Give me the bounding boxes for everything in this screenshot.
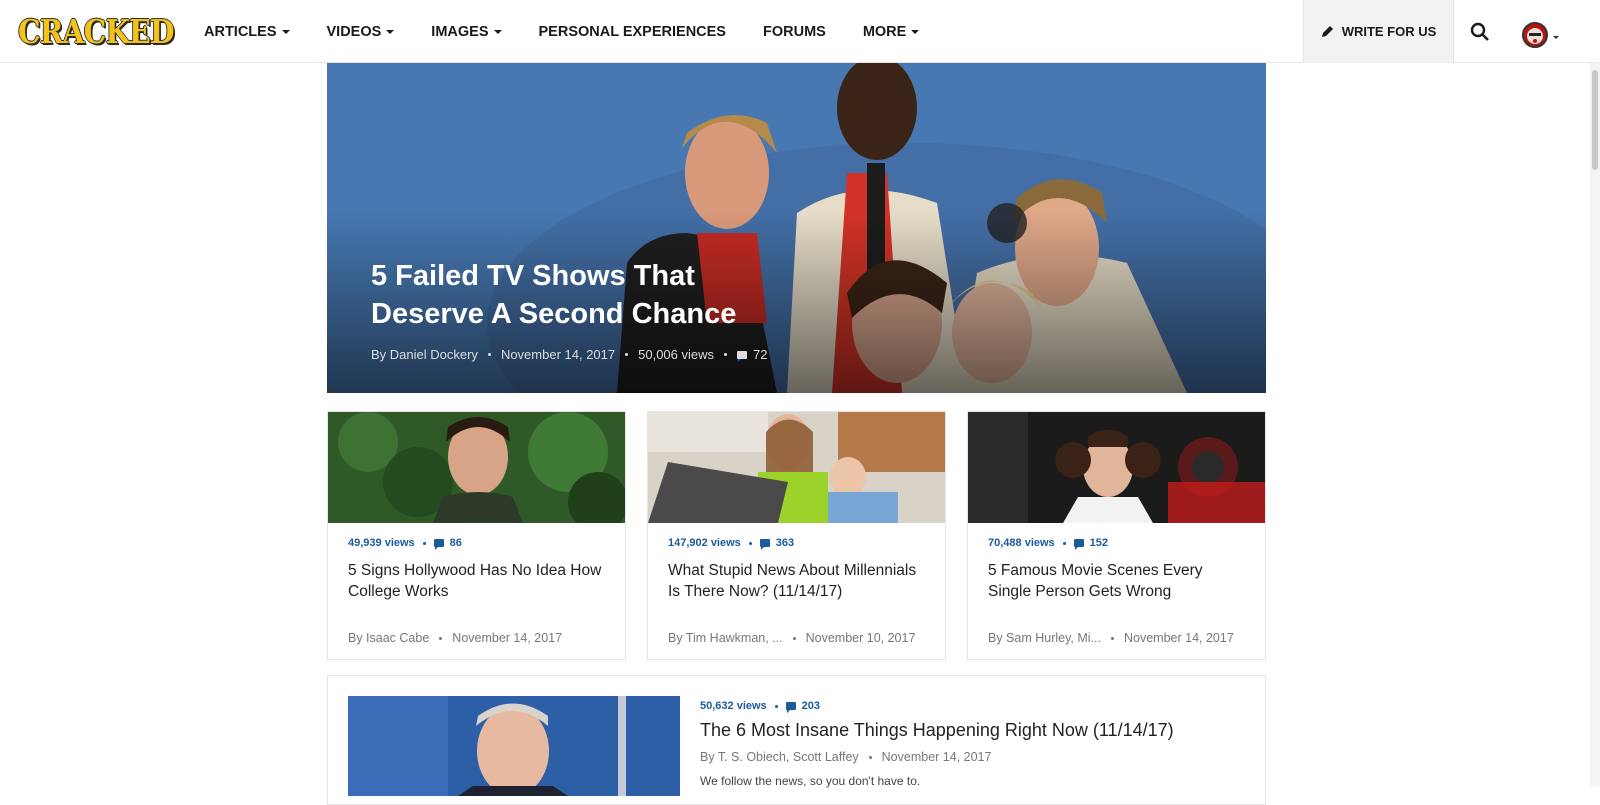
separator-dot [792,636,796,640]
card-stats: 147,902 views 363 [668,537,794,550]
comment-icon [433,539,444,550]
row-date: November 14, 2017 [881,750,992,764]
nav-articles[interactable]: ARTICLES [204,24,290,40]
nav-forums[interactable]: FORUMS [763,24,826,40]
nav-images[interactable]: IMAGES [431,23,502,40]
article-card[interactable]: 49,939 views 86 5 Signs Hollywood Has No… [327,411,626,660]
caret-down-icon [281,29,290,34]
card-thumbnail [968,412,1265,523]
comment-icon [1073,539,1084,550]
separator-dot [422,541,426,545]
card-title[interactable]: 5 Famous Movie Scenes Every Single Perso… [988,560,1248,602]
hero-author[interactable]: By Daniel Dockery [371,347,478,362]
card-title[interactable]: 5 Signs Hollywood Has No Idea How Colleg… [348,560,608,602]
card-views: 147,902 views [668,537,741,549]
article-card[interactable]: 147,902 views 363 What Stupid News About… [647,411,946,660]
card-stats: 70,488 views 152 [988,537,1108,550]
nav-articles-label: ARTICLES [204,23,277,40]
card-author[interactable]: By Isaac Cabe [348,631,429,645]
separator-dot [868,755,872,759]
hero-gradient-overlay [327,63,1266,393]
hero-views: 50,006 views [638,347,715,362]
write-for-us-button[interactable]: WRITE FOR US [1303,0,1454,63]
comment-icon [737,350,748,362]
hero-title[interactable]: 5 Failed TV Shows That Deserve A Second … [371,257,791,333]
separator-dot [487,353,491,356]
separator-dot [439,636,443,640]
card-byline: By Sam Hurley, Mi... November 14, 2017 [988,631,1234,645]
nav-images-label: IMAGES [431,23,489,40]
card-views: 49,939 views [348,537,415,549]
nav-forums-label: FORUMS [762,23,826,40]
card-byline: By Isaac Cabe November 14, 2017 [348,631,562,645]
nav-personal-experiences-label: PERSONAL EXPERIENCES [538,23,726,40]
nav-more[interactable]: MORE [863,24,920,40]
nav-videos-label: VIDEOS [326,23,382,40]
caret-down-icon [386,29,395,34]
pencil-icon [1321,26,1333,37]
separator-dot [1062,541,1066,545]
hero-comments[interactable]: 72 [753,347,767,362]
row-stats: 50,632 views 203 [700,700,820,713]
card-thumbnail [328,412,625,523]
separator-dot [774,704,778,708]
write-for-us-label: WRITE FOR US [1341,24,1437,39]
row-comments[interactable]: 203 [802,700,820,712]
comment-icon [759,539,770,550]
separator-dot [1110,636,1114,640]
card-comments[interactable]: 152 [1090,537,1108,549]
article-card[interactable]: 70,488 views 152 5 Famous Movie Scenes E… [967,411,1266,660]
row-author[interactable]: By T. S. Obiech, Scott Laffey [700,750,859,764]
nav-videos[interactable]: VIDEOS [327,24,395,40]
avatar-caret-icon[interactable] [1553,36,1559,39]
card-date: November 10, 2017 [805,631,916,645]
separator-dot [748,541,752,545]
hero-article[interactable]: 5 Failed TV Shows That Deserve A Second … [327,63,1266,393]
top-navigation-bar: CRACKED ARTICLES VIDEOS IMAGES PERSONAL … [0,0,1600,63]
user-avatar[interactable] [1522,22,1548,48]
caret-down-icon [493,29,502,34]
card-stats: 49,939 views 86 [348,537,462,550]
hero-date: November 14, 2017 [500,347,616,362]
card-thumbnail [648,412,945,523]
card-author[interactable]: By Sam Hurley, Mi... [988,631,1101,645]
card-date: November 14, 2017 [1123,631,1234,645]
hero-meta: By Daniel Dockery November 14, 2017 50,0… [371,347,767,362]
separator-dot [625,353,629,356]
nav-more-label: MORE [862,23,907,40]
cracked-logo[interactable]: CRACKED [18,12,175,51]
scrollbar-thumb[interactable] [1592,70,1598,170]
separator-dot [724,353,728,356]
row-thumbnail [348,696,680,796]
caret-down-icon [911,29,920,34]
main-nav: ARTICLES VIDEOS IMAGES PERSONAL EXPERIEN… [204,0,956,63]
comment-icon [785,702,796,713]
card-title[interactable]: What Stupid News About Millennials Is Th… [668,560,928,602]
row-views: 50,632 views [700,700,767,712]
card-byline: By Tim Hawkman, ... November 10, 2017 [668,631,915,645]
search-icon[interactable] [1468,20,1492,44]
nav-personal-experiences[interactable]: PERSONAL EXPERIENCES [539,24,726,40]
card-author[interactable]: By Tim Hawkman, ... [668,631,783,645]
avatar-face-icon [1527,28,1543,44]
page-scrollbar[interactable] [1590,63,1600,786]
row-byline: By T. S. Obiech, Scott Laffey November 1… [700,750,991,764]
card-views: 70,488 views [988,537,1055,549]
card-comments[interactable]: 363 [776,537,794,549]
row-title[interactable]: The 6 Most Insane Things Happening Right… [700,720,1174,741]
card-comments[interactable]: 86 [450,537,462,549]
card-date: November 14, 2017 [452,631,563,645]
